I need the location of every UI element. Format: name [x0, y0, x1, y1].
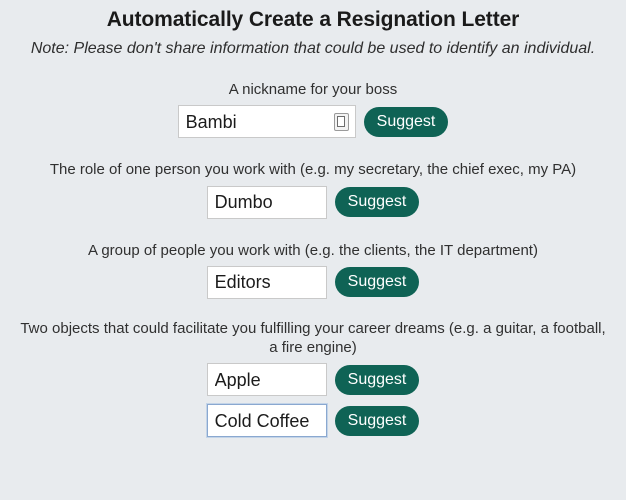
suggest-button-people-group[interactable]: Suggest	[334, 267, 420, 298]
boss-nickname-value: Bambi	[185, 112, 237, 131]
object-one-value: Apple	[214, 370, 261, 389]
privacy-note: Note: Please don't share information tha…	[30, 39, 596, 57]
input-row-object-one: Apple Suggest	[206, 363, 420, 397]
object-two-input[interactable]: Cold Coffee	[206, 404, 327, 438]
suggest-button-person-role[interactable]: Suggest	[334, 187, 420, 218]
resignation-letter-form: Automatically Create a Resignation Lette…	[0, 0, 626, 500]
input-row-object-two: Cold Coffee Suggest	[206, 404, 420, 438]
suggest-button-object-two[interactable]: Suggest	[334, 405, 420, 436]
people-group-value: Editors	[214, 273, 271, 292]
field-person-role: The role of one person you work with (e.…	[16, 160, 610, 219]
input-row-boss-nickname: Bambi Suggest	[177, 105, 449, 139]
object-one-input[interactable]: Apple	[206, 363, 327, 397]
suggest-button-object-one[interactable]: Suggest	[334, 364, 420, 395]
person-role-input[interactable]: Dumbo	[206, 185, 327, 219]
input-row-people-group: Editors Suggest	[206, 265, 420, 299]
page-title: Automatically Create a Resignation Lette…	[106, 8, 520, 31]
person-role-value: Dumbo	[214, 193, 273, 212]
field-label-two-objects: Two objects that could facilitate you fu…	[20, 319, 606, 357]
autofill-icon[interactable]	[333, 112, 349, 131]
input-row-person-role: Dumbo Suggest	[206, 185, 420, 219]
field-label-boss-nickname: A nickname for your boss	[228, 81, 398, 99]
field-two-objects: Two objects that could facilitate you fu…	[16, 319, 610, 438]
field-label-person-role: The role of one person you work with (e.…	[49, 161, 577, 179]
object-two-value: Cold Coffee	[214, 411, 310, 430]
suggest-button-boss-nickname[interactable]: Suggest	[363, 106, 449, 137]
field-boss-nickname: A nickname for your boss Bambi Suggest	[16, 80, 610, 139]
boss-nickname-input[interactable]: Bambi	[177, 105, 356, 139]
field-label-people-group: A group of people you work with (e.g. th…	[88, 241, 538, 259]
people-group-input[interactable]: Editors	[206, 265, 327, 299]
autofill-icon-inner	[337, 116, 346, 128]
field-people-group: A group of people you work with (e.g. th…	[16, 241, 610, 299]
